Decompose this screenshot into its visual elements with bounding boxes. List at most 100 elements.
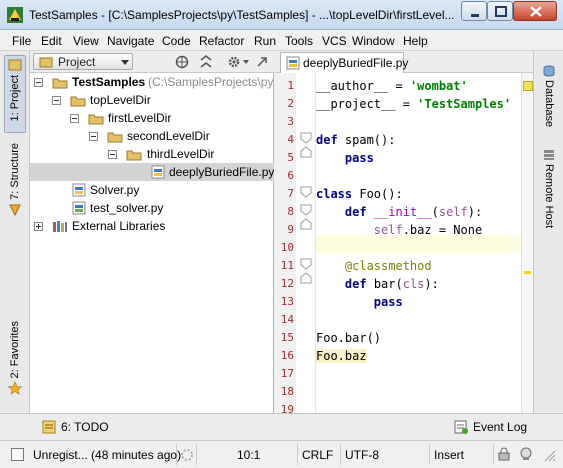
todo-tool-button[interactable]: 6: TODO <box>61 420 109 434</box>
caret-position-text: 10:1 <box>237 448 261 462</box>
collapse-all-icon[interactable] <box>198 54 214 70</box>
lock-indicator[interactable] <box>494 444 514 465</box>
tree-item-external-libraries[interactable]: External Libraries <box>30 217 274 235</box>
caret-position[interactable]: 10:1 <box>197 444 298 465</box>
line-number: 6 <box>287 169 294 182</box>
code-line-2: __project__ = 'TestSamples' <box>316 95 521 113</box>
menu-view[interactable]: View <box>73 34 99 48</box>
code-token: = <box>395 97 418 111</box>
tree-item-toplevel-dir[interactable]: topLevelDir <box>30 91 274 109</box>
database-icon <box>543 65 555 77</box>
menu-help[interactable]: Help <box>403 34 428 48</box>
tree-item-label: Solver.py <box>90 183 140 197</box>
collapse-toggle-icon[interactable] <box>52 96 61 105</box>
menu-refactor[interactable]: Refactor <box>199 34 244 48</box>
menu-file[interactable]: File <box>12 34 31 48</box>
resize-grip[interactable] <box>540 444 560 465</box>
line-number: 16 <box>280 349 294 362</box>
code-area[interactable]: __author__ = 'wombat' __project__ = 'Tes… <box>316 73 521 413</box>
code-token: = <box>388 79 410 93</box>
menu-navigate[interactable]: Navigate <box>107 34 154 48</box>
left-tool-strip: 1: Project 7: Structure 2: Favorites <box>0 51 30 413</box>
menu-edit[interactable]: Edit <box>41 34 62 48</box>
editor-tab-deeply-buried-file[interactable]: deeplyBuriedFile.py <box>280 52 408 73</box>
line-number: 9 <box>287 223 294 236</box>
code-line-9: self.baz = None <box>316 221 521 239</box>
status-message[interactable]: Unregist... (48 minutes ago) <box>0 444 181 465</box>
code-token: __project__ <box>316 97 396 111</box>
line-number: 2 <box>287 97 294 110</box>
star-icon <box>8 381 22 396</box>
right-tool-strip: Database Remote Host <box>533 51 563 413</box>
tree-item-thirdlevel-dir[interactable]: thirdLevelDir <box>30 145 274 163</box>
structure-tool-button[interactable]: 7: Structure <box>4 143 26 227</box>
toggle-tool-buttons-icon[interactable] <box>11 448 24 461</box>
remote-host-tool-label: Remote Host <box>543 164 555 229</box>
collapse-toggle-icon[interactable] <box>34 78 43 87</box>
database-tool-button[interactable]: Database <box>540 65 558 145</box>
chevron-down-icon <box>243 60 249 64</box>
expand-toggle-icon[interactable] <box>34 222 43 231</box>
menu-code[interactable]: Code <box>162 34 191 48</box>
code-token: .baz = None <box>402 223 483 237</box>
tree-item-firstlevel-dir[interactable]: firstLevelDir <box>30 109 274 127</box>
line-separator-text: CRLF <box>302 448 334 462</box>
database-tool-label: Database <box>543 80 555 128</box>
favorites-tool-button[interactable]: 2: Favorites <box>4 321 26 407</box>
inspector-indicator[interactable] <box>514 444 538 465</box>
code-token: ( <box>431 205 439 219</box>
code-token: def <box>316 133 338 147</box>
code-token: class <box>316 187 353 201</box>
tree-item-secondlevel-dir[interactable]: secondLevelDir <box>30 127 274 145</box>
minimize-button[interactable] <box>461 1 487 21</box>
line-number: 10 <box>280 241 294 254</box>
menu-window[interactable]: Window <box>352 34 395 48</box>
project-tool-button[interactable]: 1: Project <box>4 55 26 133</box>
error-stripe[interactable] <box>521 73 533 413</box>
code-token: 'TestSamples' <box>417 97 512 111</box>
hide-panel-icon[interactable] <box>254 54 270 70</box>
line-number: 11 <box>280 259 294 272</box>
fold-markers <box>300 132 312 284</box>
insert-mode[interactable]: Insert <box>430 444 494 465</box>
tree-item-solver[interactable]: Solver.py <box>30 181 274 199</box>
menu-run[interactable]: Run <box>254 34 276 48</box>
collapse-toggle-icon[interactable] <box>70 114 79 123</box>
collapse-toggle-icon[interactable] <box>108 150 117 159</box>
close-button[interactable] <box>513 1 557 21</box>
code-line-8: def __init__(self): <box>316 203 521 221</box>
tree-item-label: secondLevelDir <box>127 129 210 143</box>
line-number: 12 <box>280 277 294 290</box>
collapse-toggle-icon[interactable] <box>89 132 98 141</box>
tree-item-testsamples[interactable]: TestSamples (C:\SamplesProjects\py\Te <box>30 73 289 91</box>
encoding-text: UTF-8 <box>345 448 379 462</box>
line-number: 8 <box>287 205 294 218</box>
project-tool-label: 1: Project <box>9 75 21 122</box>
maximize-button[interactable] <box>487 1 513 21</box>
tree-item-deeply-buried-file[interactable]: deeplyBuriedFile.py <box>30 163 274 181</box>
gear-icon[interactable] <box>226 54 242 70</box>
folder-icon <box>52 78 68 89</box>
tree-item-label: deeplyBuriedFile.py <box>169 165 275 179</box>
folder-icon <box>70 96 86 107</box>
menu-tools[interactable]: Tools <box>285 34 313 48</box>
project-view-selector[interactable]: Project <box>33 53 133 70</box>
code-token: 'wombat' <box>409 79 468 93</box>
event-log-tool-button[interactable]: Event Log <box>473 420 527 434</box>
sync-icon[interactable] <box>174 54 190 70</box>
tree-item-test-solver[interactable]: test_solver.py <box>30 199 274 217</box>
code-token: ): <box>424 277 439 291</box>
encoding-selector[interactable]: UTF-8 <box>341 444 430 465</box>
remote-host-tool-button[interactable]: Remote Host <box>540 149 558 239</box>
status-bar: Unregist... (48 minutes ago) 10:1 CRLF U… <box>0 440 563 468</box>
progress-indicator <box>177 444 197 465</box>
insert-mode-text: Insert <box>434 448 465 462</box>
tool-window-bar: 6: TODO Event Log <box>0 413 563 440</box>
menu-vcs[interactable]: VCS <box>322 34 347 48</box>
todo-icon <box>42 420 56 434</box>
line-separator-selector[interactable]: CRLF <box>298 444 341 465</box>
warning-marker[interactable] <box>524 271 531 274</box>
code-token: @classmethod <box>344 259 432 273</box>
inspection-status-icon[interactable] <box>523 81 533 91</box>
code-token: __init__ <box>373 205 432 219</box>
